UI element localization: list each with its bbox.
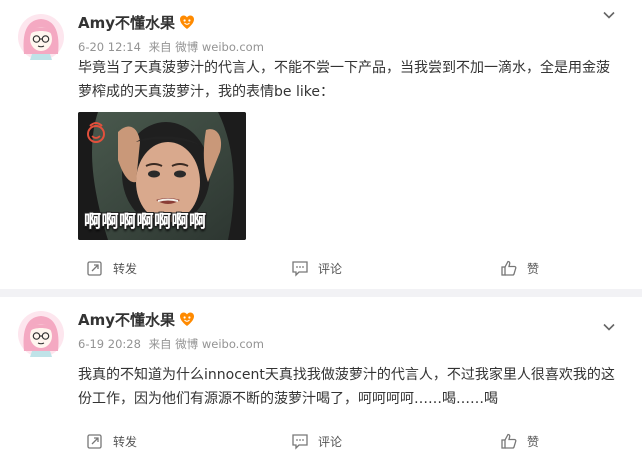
repost-button[interactable]: 转发	[86, 427, 137, 455]
post-text-line: 毕竟当了天真菠萝汁的代言人，不能不尝一下产品，当我尝到不加一滴水，全是用金菠	[78, 60, 610, 76]
post-time[interactable]: 6-20 12:14	[78, 40, 141, 54]
post-meta: 6-20 12:14 来自 微博 weibo.com	[78, 39, 268, 55]
user-row: Amy不懂水果	[78, 309, 195, 329]
repost-label: 转发	[113, 261, 138, 276]
fan-badge-icon	[179, 311, 195, 327]
user-row: Amy不懂水果	[78, 12, 195, 32]
comment-button[interactable]: 评论	[291, 254, 342, 282]
like-button[interactable]: 赞	[500, 427, 539, 455]
like-button[interactable]: 赞	[500, 254, 539, 282]
comment-label: 评论	[318, 261, 343, 276]
chevron-down-icon[interactable]	[602, 317, 616, 331]
comment-icon	[292, 261, 308, 277]
like-icon	[501, 433, 517, 449]
post-actions: 转发 评论 赞	[0, 254, 642, 282]
repost-icon	[87, 261, 102, 276]
post-text-line: 我真的不知道为什么innocent天真找我做菠萝汁的代言人，不过我家里人很喜欢我…	[78, 367, 615, 383]
username[interactable]: Amy不懂水果	[78, 12, 175, 33]
like-label: 赞	[527, 434, 540, 449]
like-icon	[501, 260, 517, 276]
weibo-post: Amy不懂水果 6-19 20:28 来自 微博 weibo.com 我真的不知…	[0, 297, 642, 469]
weibo-post: Amy不懂水果 6-20 12:14 来自 微博 weibo.com 毕竟当了天…	[0, 0, 642, 289]
post-image[interactable]: 啊啊啊啊啊啊啊	[78, 112, 246, 240]
comment-label: 评论	[318, 434, 343, 449]
post-text: 我真的不知道为什么innocent天真找我做菠萝汁的代言人，不过我家里人很喜欢我…	[78, 363, 626, 411]
image-caption: 啊啊啊啊啊啊啊	[84, 212, 207, 232]
post-meta: 6-19 20:28 来自 微博 weibo.com	[78, 336, 268, 352]
fan-badge-icon	[179, 14, 195, 30]
post-source[interactable]: 来自 微博 weibo.com	[149, 40, 264, 54]
post-text-line: 份工作，因为他们有源源不断的菠萝汁喝了，呵呵呵呵……喝……喝	[78, 391, 498, 407]
avatar[interactable]	[18, 14, 64, 60]
post-time[interactable]: 6-19 20:28	[78, 337, 141, 351]
repost-icon	[87, 434, 102, 449]
repost-label: 转发	[113, 434, 138, 449]
comment-button[interactable]: 评论	[291, 427, 342, 455]
post-actions: 转发 评论 赞	[0, 427, 642, 455]
post-source[interactable]: 来自 微博 weibo.com	[149, 337, 264, 351]
avatar[interactable]	[18, 311, 64, 357]
weibo-feed: Amy不懂水果 6-20 12:14 来自 微博 weibo.com 毕竟当了天…	[0, 0, 642, 469]
post-text: 毕竟当了天真菠萝汁的代言人，不能不尝一下产品，当我尝到不加一滴水，全是用金菠 萝…	[78, 56, 626, 104]
chevron-down-icon[interactable]	[602, 5, 616, 19]
comment-icon	[292, 434, 308, 450]
post-text-line: 萝榨成的天真菠萝汁，我的表情be like：	[78, 84, 334, 100]
repost-button[interactable]: 转发	[86, 254, 137, 282]
like-label: 赞	[527, 261, 540, 276]
username[interactable]: Amy不懂水果	[78, 309, 175, 330]
